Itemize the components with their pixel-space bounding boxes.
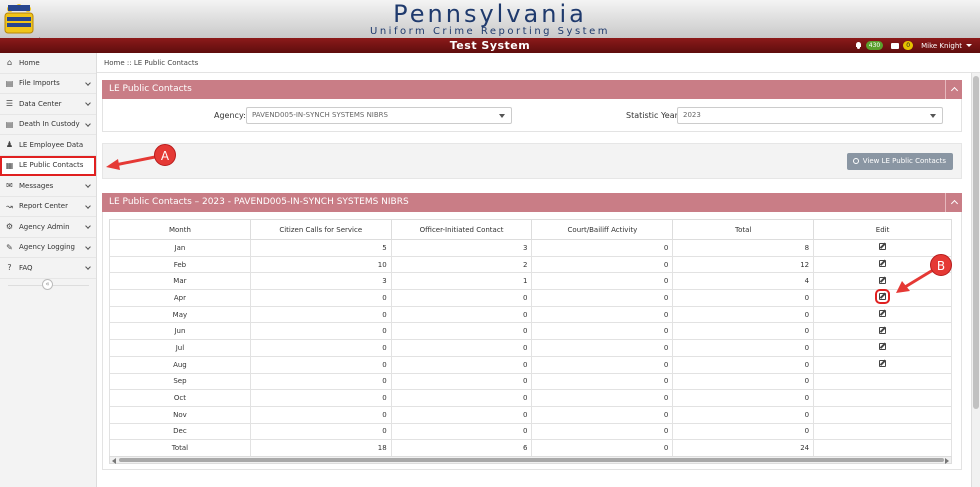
- arrow-b-line: [904, 268, 934, 289]
- annotation-arrows: [106, 155, 934, 293]
- arrow-a-line: [114, 155, 156, 167]
- arrow-a-head: [106, 159, 120, 170]
- callout-a: A: [154, 144, 176, 166]
- callout-b: B: [930, 254, 952, 276]
- arrow-b-head: [896, 281, 910, 293]
